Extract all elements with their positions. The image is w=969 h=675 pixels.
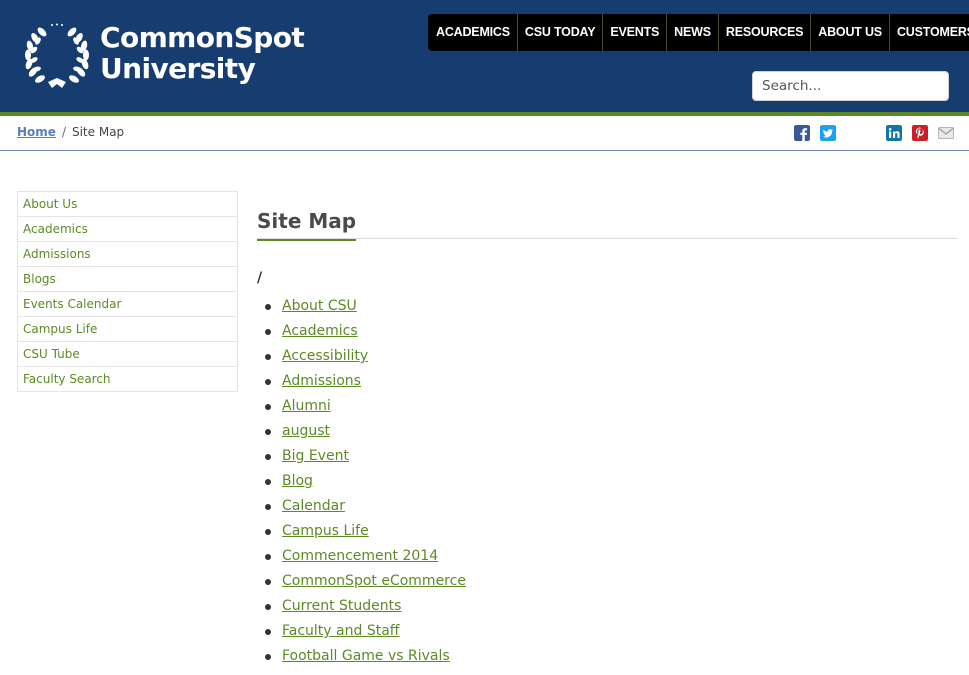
list-item: Faculty and Staff	[265, 619, 466, 644]
laurel-wreath-icon	[25, 23, 89, 88]
sitemap-link[interactable]: Admissions	[282, 373, 361, 389]
sitemap-link[interactable]: About CSU	[282, 298, 357, 314]
nav-about-us[interactable]: ABOUT US	[810, 14, 889, 51]
nav-csu-today[interactable]: CSU TODAY	[516, 14, 602, 51]
list-item: Admissions	[265, 369, 466, 394]
list-item: Current Students	[265, 594, 466, 619]
sidebar-item-csu-tube[interactable]: CSU Tube	[18, 342, 237, 367]
search-input[interactable]	[752, 71, 949, 101]
page-title: Site Map	[257, 206, 357, 241]
sidebar-item-campus-life[interactable]: Campus Life	[18, 317, 237, 342]
site-logo[interactable]: CommonSpot University	[22, 21, 305, 92]
breadcrumb-home-link[interactable]: Home	[17, 125, 56, 139]
title-divider	[257, 238, 957, 239]
list-item: About CSU	[265, 294, 466, 319]
sidebar-item-faculty-search[interactable]: Faculty Search	[18, 367, 237, 392]
site-name: CommonSpot University	[100, 21, 305, 85]
breadcrumb-current: Site Map	[71, 125, 125, 139]
pinterest-icon[interactable]	[912, 125, 928, 141]
sitemap-link[interactable]: Academics	[282, 323, 358, 339]
breadcrumb-separator: /	[61, 125, 66, 139]
list-item: Calendar	[265, 494, 466, 519]
nav-news[interactable]: NEWS	[666, 14, 718, 51]
sitemap-link[interactable]: Calendar	[282, 498, 345, 514]
list-item: Academics	[265, 319, 466, 344]
list-item: Alumni	[265, 394, 466, 419]
linkedin-icon[interactable]	[886, 125, 902, 141]
sitemap-link[interactable]: Alumni	[282, 398, 331, 414]
list-item: Accessibility	[265, 344, 466, 369]
list-item: Big Event	[265, 444, 466, 469]
sitemap-link[interactable]: Commencement 2014	[282, 548, 438, 564]
sidebar-item-academics[interactable]: Academics	[18, 217, 237, 242]
breadcrumb-bar: Home / Site Map	[0, 116, 969, 151]
nav-resources[interactable]: RESOURCES	[717, 14, 810, 51]
site-name-line-2: University	[100, 52, 256, 85]
nav-events[interactable]: EVENTS	[602, 14, 666, 51]
site-header: CommonSpot University ACADEMICS CSU TODA…	[0, 0, 969, 112]
list-item: Football Game vs Rivals	[265, 644, 466, 669]
sidebar-item-events-calendar[interactable]: Events Calendar	[18, 292, 237, 317]
sitemap-link[interactable]: Current Students	[282, 598, 401, 614]
site-name-line-1: CommonSpot	[100, 21, 305, 54]
nav-customers[interactable]: CUSTOMERS	[888, 14, 969, 51]
list-item: august	[265, 419, 466, 444]
email-icon[interactable]	[938, 125, 954, 141]
nav-academics[interactable]: ACADEMICS	[429, 14, 517, 51]
sidebar-navigation: About Us Academics Admissions Blogs Even…	[17, 191, 238, 392]
sitemap-link[interactable]: CommonSpot eCommerce	[282, 573, 466, 589]
facebook-icon[interactable]	[794, 125, 810, 141]
sitemap-link[interactable]: Faculty and Staff	[282, 623, 399, 639]
sidebar-item-blogs[interactable]: Blogs	[18, 267, 237, 292]
breadcrumb: Home / Site Map	[17, 125, 124, 139]
main-navigation: ACADEMICS CSU TODAY EVENTS NEWS RESOURCE…	[428, 14, 969, 51]
sitemap-link[interactable]: Accessibility	[282, 348, 368, 364]
sidebar-item-about-us[interactable]: About Us	[18, 192, 237, 217]
sitemap-link[interactable]: august	[282, 423, 330, 439]
sitemap-link[interactable]: Campus Life	[282, 523, 369, 539]
sitemap-link[interactable]: Big Event	[282, 448, 349, 464]
sitemap-root-label: /	[257, 270, 263, 286]
list-item: Campus Life	[265, 519, 466, 544]
sitemap-list: About CSU Academics Accessibility Admiss…	[257, 294, 466, 669]
list-item: Commencement 2014	[265, 544, 466, 569]
sitemap-link[interactable]: Blog	[282, 473, 313, 489]
sidebar-item-admissions[interactable]: Admissions	[18, 242, 237, 267]
list-item: CommonSpot eCommerce	[265, 569, 466, 594]
twitter-icon[interactable]	[820, 125, 836, 141]
list-item: Blog	[265, 469, 466, 494]
sitemap-link[interactable]: Football Game vs Rivals	[282, 648, 450, 664]
